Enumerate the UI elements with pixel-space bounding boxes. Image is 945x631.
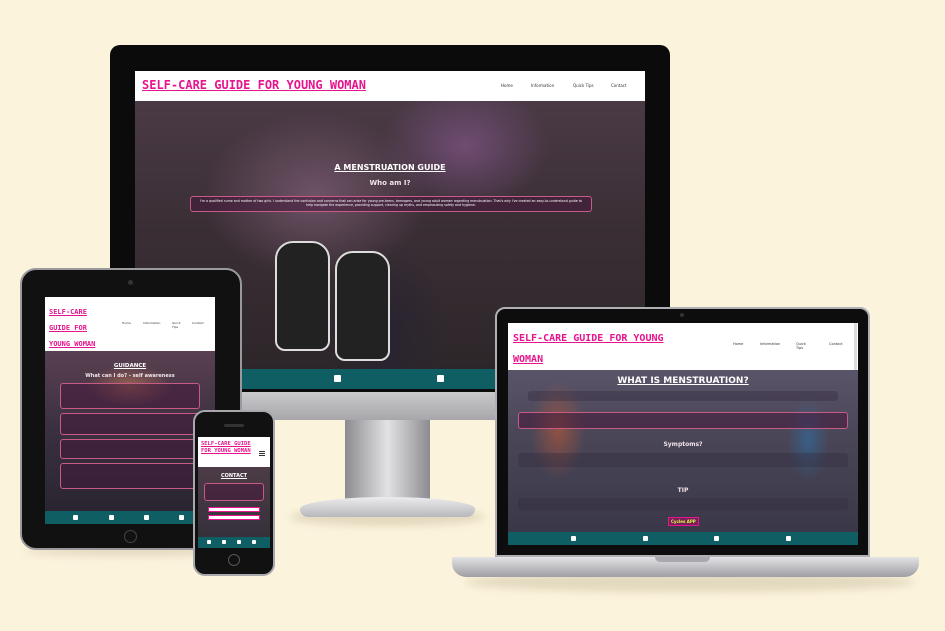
twitter-icon[interactable] — [222, 540, 226, 544]
text-box — [60, 383, 200, 409]
twitter-icon[interactable] — [109, 515, 114, 520]
hero-heading: GUIDANCE — [113, 363, 147, 369]
laptop-camera — [680, 313, 684, 317]
monitor-base — [300, 497, 475, 517]
laptop-hero: WHAT IS MENSTRUATION? Symptoms? TIP Cycl… — [508, 370, 858, 532]
nav-information[interactable]: Information — [760, 342, 780, 346]
site-footer — [508, 532, 858, 545]
form-input[interactable] — [208, 515, 260, 520]
site-header: SELF-CARE GUIDE FOR YOUNG WOMAN Home Inf… — [45, 297, 215, 351]
youtube-icon[interactable] — [437, 375, 444, 382]
instagram-icon[interactable] — [252, 540, 256, 544]
nav-home[interactable]: Home — [501, 83, 513, 88]
section-heading: TIP — [677, 487, 689, 494]
nav-contact[interactable]: Contact — [829, 342, 843, 346]
youtube-icon[interactable] — [144, 515, 149, 520]
symptoms-text — [518, 453, 848, 467]
hamburger-icon[interactable] — [259, 451, 265, 452]
youtube-icon[interactable] — [714, 536, 719, 541]
sneaker-graphic — [335, 251, 390, 361]
tablet-camera — [128, 280, 133, 285]
nav-quick-tips[interactable]: Quick Tips — [796, 342, 808, 350]
contact-text-box — [204, 483, 264, 501]
hero-subheading: Who am I? — [369, 179, 411, 187]
section-heading: WHAT IS MENSTRUATION? — [617, 376, 749, 386]
nav-quick-tips[interactable]: Quick Tips — [573, 83, 594, 88]
nav-information[interactable]: Information — [143, 321, 160, 325]
twitter-icon[interactable] — [643, 536, 648, 541]
tablet-hero: GUIDANCE What can I do? - self awareness — [45, 351, 215, 511]
site-header: SELF-CARE GUIDE FOR YOUNG WOMAN Home Inf… — [508, 323, 858, 370]
instagram-icon[interactable] — [179, 515, 184, 520]
nav-contact[interactable]: Contact — [192, 321, 204, 325]
text-box — [60, 413, 200, 435]
scrollbar[interactable] — [854, 323, 857, 370]
phone-speaker — [224, 424, 244, 427]
hero-text-box: I'm a qualified nurse and mother of two … — [190, 196, 592, 212]
site-header: SELF-CARE GUIDE FOR YOUNG WOMAN Home Inf… — [135, 71, 645, 101]
text-box — [60, 463, 200, 489]
nav-home[interactable]: Home — [122, 321, 131, 325]
section-heading: Symptoms? — [663, 441, 703, 448]
quote-box — [518, 412, 848, 429]
cycles-app-button[interactable]: Cycles APP — [668, 517, 699, 526]
site-title[interactable]: SELF-CARE GUIDE FOR YOUNG WOMAN — [49, 304, 111, 352]
instagram-icon[interactable] — [786, 536, 791, 541]
laptop-notch — [655, 557, 710, 562]
monitor-stand — [345, 420, 430, 500]
site-title[interactable]: SELF-CARE GUIDE FOR YOUNG WOMAN — [513, 328, 683, 370]
form-input[interactable] — [208, 507, 260, 512]
laptop-screen: WHAT IS MENSTRUATION? Symptoms? TIP Cycl… — [508, 323, 858, 545]
nav-information[interactable]: Information — [531, 83, 554, 88]
phone-screen: CONTACT SELF-CARE GUIDE FOR YOUNG WOMAN — [198, 437, 270, 548]
hero-heading: CONTACT — [220, 473, 248, 479]
hero-heading: A MENSTRUATION GUIDE — [334, 163, 446, 172]
hero-subheading: What can I do? - self awareness — [85, 373, 175, 379]
site-header: SELF-CARE GUIDE FOR YOUNG WOMAN — [198, 437, 270, 467]
phone-home-button[interactable] — [228, 554, 240, 566]
phone-hero: CONTACT — [198, 467, 270, 537]
nav-home[interactable]: Home — [733, 342, 743, 346]
site-title[interactable]: SELF-CARE GUIDE FOR YOUNG WOMAN — [201, 441, 259, 455]
twitter-icon[interactable] — [334, 375, 341, 382]
text-box — [60, 439, 200, 459]
facebook-icon[interactable] — [571, 536, 576, 541]
site-title[interactable]: SELF-CARE GUIDE FOR YOUNG WOMAN — [142, 78, 366, 93]
nav-contact[interactable]: Contact — [611, 83, 627, 88]
facebook-icon[interactable] — [207, 540, 211, 544]
facebook-icon[interactable] — [73, 515, 78, 520]
site-footer — [198, 537, 270, 548]
tip-text — [518, 498, 848, 510]
tablet-screen: GUIDANCE What can I do? - self awareness… — [45, 297, 215, 524]
site-footer — [45, 511, 215, 524]
intro-text — [528, 391, 838, 401]
youtube-icon[interactable] — [237, 540, 241, 544]
tablet-home-button[interactable] — [124, 530, 137, 543]
nav-quick-tips[interactable]: Quick Tips — [172, 321, 182, 329]
sneaker-graphic — [275, 241, 330, 351]
